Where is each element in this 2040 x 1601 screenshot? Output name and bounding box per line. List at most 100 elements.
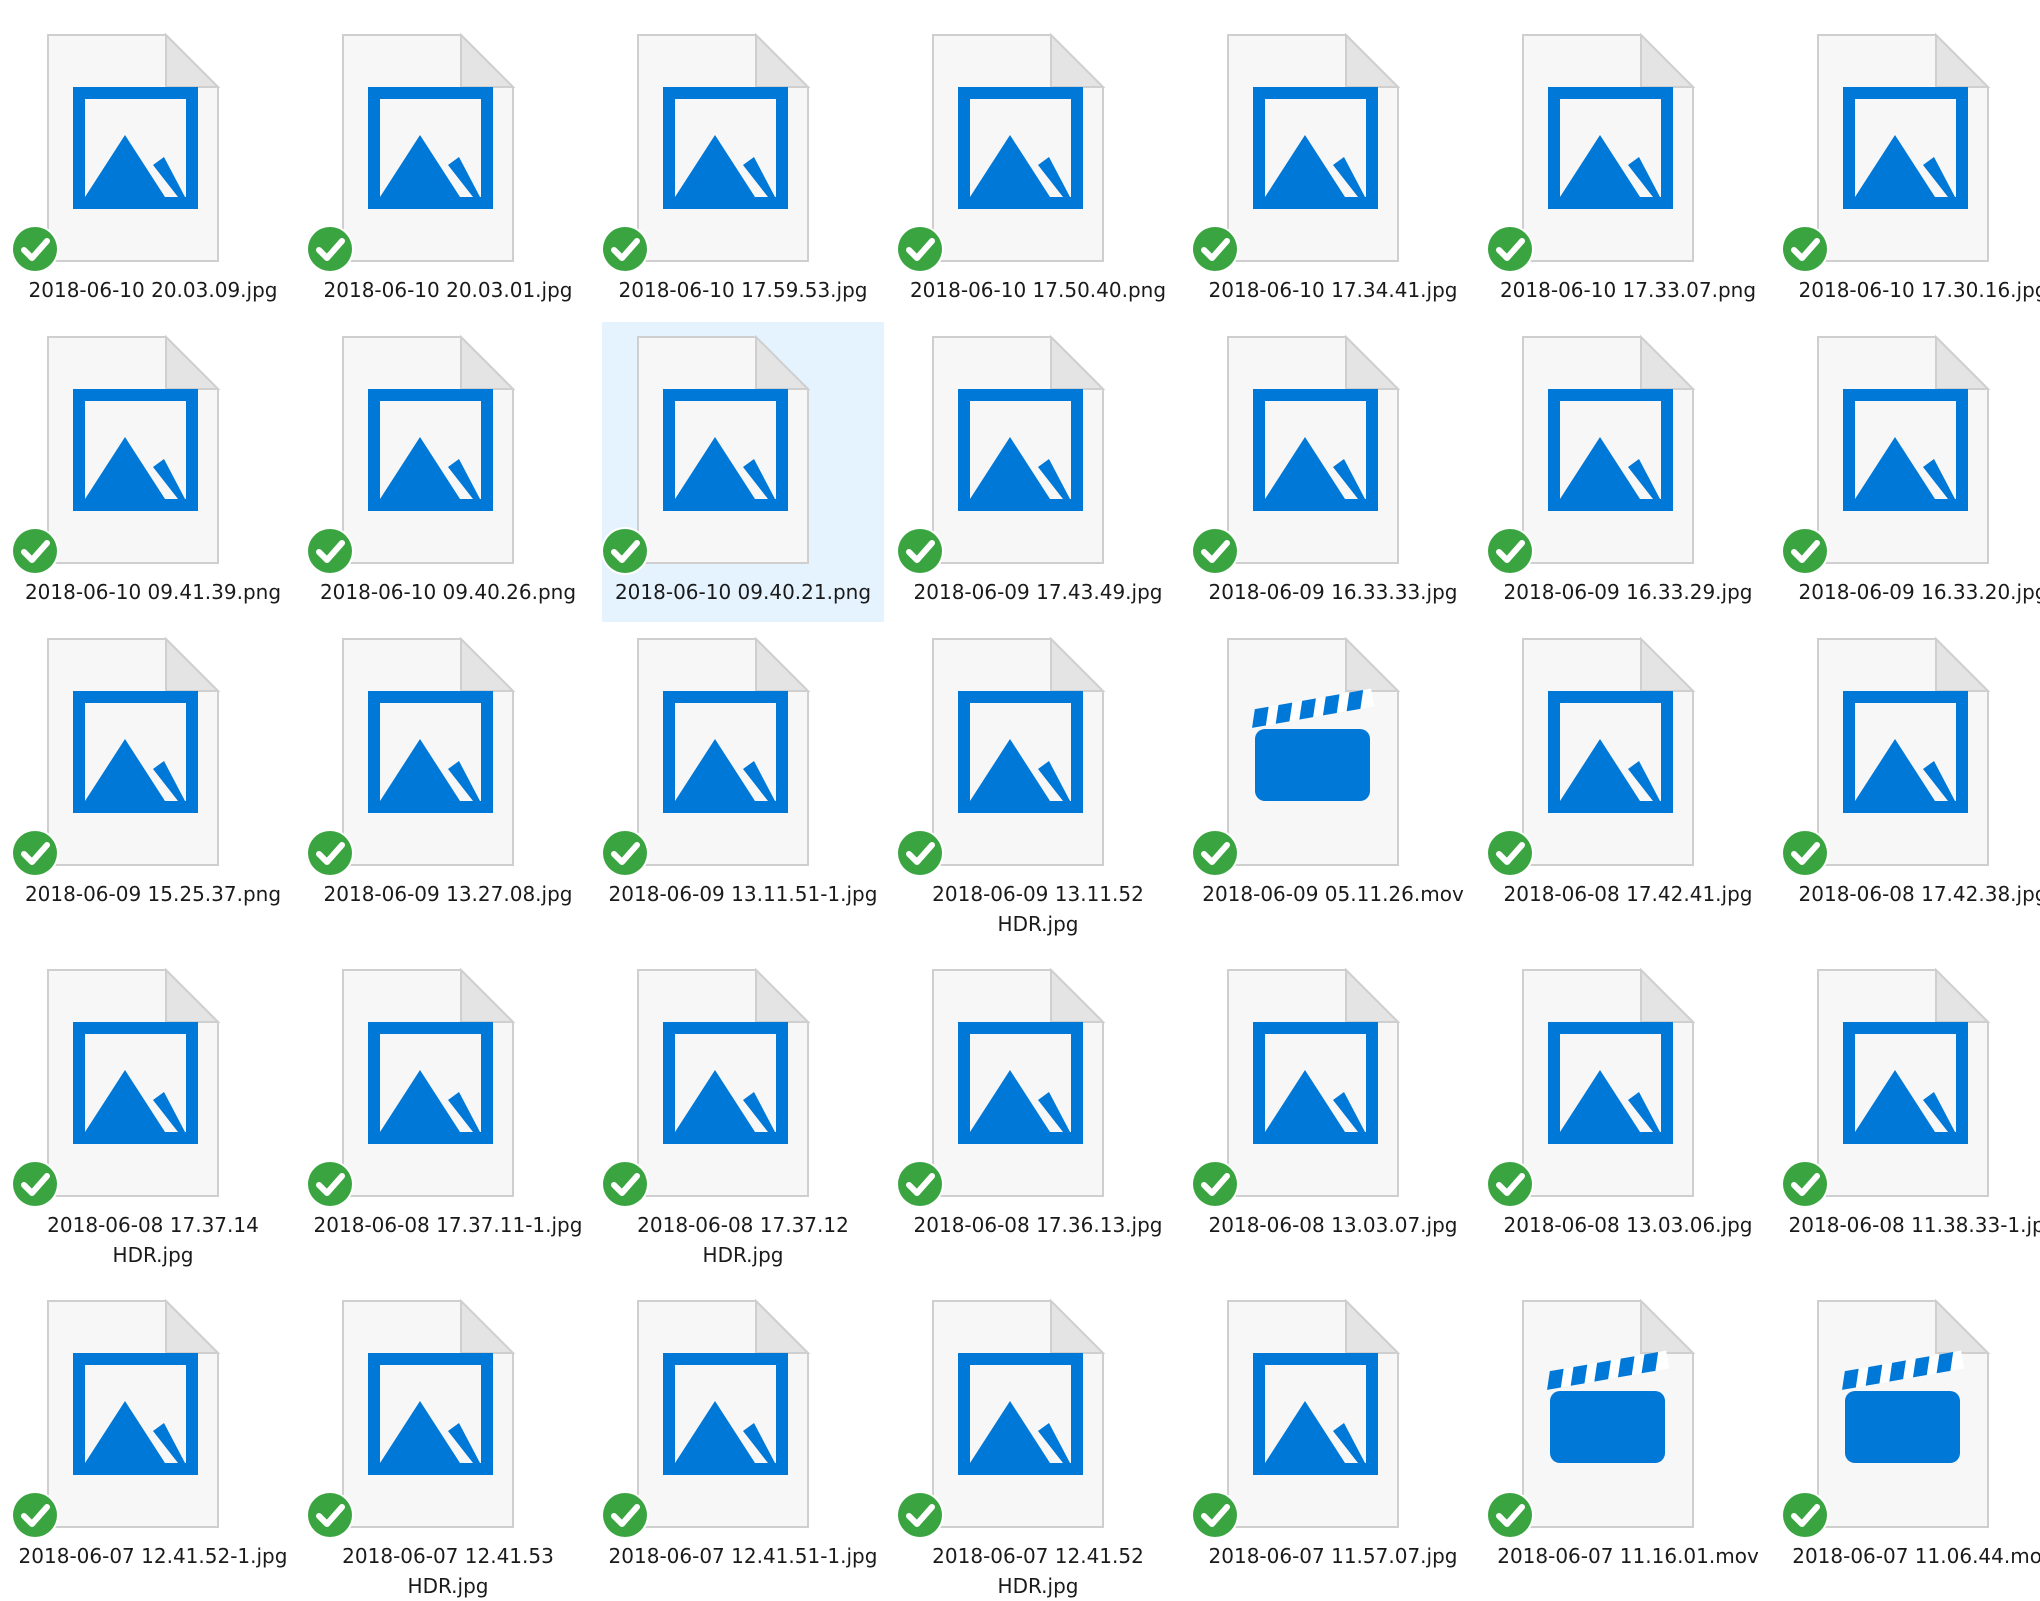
- image-file-item[interactable]: 2018-06-07 12.41.52-1.jpg: [11, 1286, 294, 1586]
- page-fold: [755, 1298, 811, 1354]
- image-file-item[interactable]: 2018-06-10 09.40.26.png: [306, 322, 589, 622]
- page-fold: [1640, 1298, 1696, 1354]
- page-fold: [1050, 1298, 1106, 1354]
- image-file-item[interactable]: 2018-06-10 17.34.41.jpg: [1191, 20, 1474, 320]
- file-thumbnail: [1191, 967, 1401, 1208]
- sync-check-icon: [601, 1160, 649, 1208]
- sync-check-icon: [1191, 829, 1239, 877]
- image-file-item[interactable]: 2018-06-07 12.41.51-1.jpg: [601, 1286, 884, 1586]
- page-fold: [460, 1298, 516, 1354]
- page-fold: [1640, 636, 1696, 692]
- sync-check-icon: [1486, 527, 1534, 575]
- sync-badge-fill: [1488, 1162, 1532, 1206]
- sync-badge-fill: [1193, 529, 1237, 573]
- sync-badge-fill: [13, 529, 57, 573]
- video-file-item[interactable]: 2018-06-07 11.16.01.mov: [1486, 1286, 1769, 1586]
- image-file-item[interactable]: 2018-06-09 16.33.20.jpg: [1781, 322, 2040, 622]
- sync-badge-fill: [898, 831, 942, 875]
- file-thumbnail: [1781, 334, 1991, 575]
- file-thumbnail: [11, 1298, 221, 1539]
- sync-badge-fill: [308, 1162, 352, 1206]
- sync-check-icon: [1781, 527, 1829, 575]
- sync-badge-fill: [603, 529, 647, 573]
- page-fold: [1935, 32, 1991, 88]
- sync-check-icon: [1781, 829, 1829, 877]
- file-thumbnail: [1781, 1298, 1991, 1539]
- sync-badge-fill: [13, 1493, 57, 1537]
- sync-check-icon: [1191, 527, 1239, 575]
- sync-check-icon: [1486, 829, 1534, 877]
- image-file-item[interactable]: 2018-06-09 15.25.37.png: [11, 624, 294, 954]
- image-file-item[interactable]: 2018-06-08 17.42.38.jpg: [1781, 624, 2040, 954]
- file-thumbnail: [1486, 32, 1696, 273]
- file-thumbnail: [1486, 636, 1696, 877]
- page-fold: [165, 967, 221, 1023]
- sync-badge-fill: [603, 227, 647, 271]
- file-thumbnail: [1191, 334, 1401, 575]
- image-file-item[interactable]: 2018-06-10 09.41.39.png: [11, 322, 294, 622]
- page-fold: [1935, 967, 1991, 1023]
- file-thumbnail: [11, 32, 221, 273]
- file-thumbnail: [306, 334, 516, 575]
- image-file-item[interactable]: 2018-06-09 13.27.08.jpg: [306, 624, 589, 954]
- image-file-item[interactable]: 2018-06-08 13.03.06.jpg: [1486, 955, 1769, 1285]
- image-file-item[interactable]: 2018-06-10 20.03.01.jpg: [306, 20, 589, 320]
- file-thumbnail: [1486, 334, 1696, 575]
- sync-check-icon: [896, 829, 944, 877]
- image-file-item[interactable]: 2018-06-08 17.42.41.jpg: [1486, 624, 1769, 954]
- sync-check-icon: [306, 527, 354, 575]
- file-thumbnail: [11, 636, 221, 877]
- image-file-item[interactable]: 2018-06-07 12.41.53 HDR.jpg: [306, 1286, 589, 1598]
- sync-badge-fill: [898, 227, 942, 271]
- sync-check-icon: [11, 1160, 59, 1208]
- image-file-item[interactable]: 2018-06-09 13.11.52 HDR.jpg: [896, 624, 1179, 954]
- image-file-item[interactable]: 2018-06-07 11.57.07.jpg: [1191, 1286, 1474, 1586]
- sync-badge-fill: [1488, 227, 1532, 271]
- sync-check-icon: [1486, 225, 1534, 273]
- image-file-item[interactable]: 2018-06-08 17.37.11-1.jpg: [306, 955, 589, 1285]
- image-file-item[interactable]: 2018-06-08 13.03.07.jpg: [1191, 955, 1474, 1285]
- file-thumbnail: [306, 967, 516, 1208]
- file-thumbnail: [1191, 636, 1401, 877]
- image-file-item[interactable]: 2018-06-09 16.33.29.jpg: [1486, 322, 1769, 622]
- sync-badge-fill: [603, 1162, 647, 1206]
- image-file-item[interactable]: 2018-06-10 17.30.16.jpg: [1781, 20, 2040, 320]
- file-thumbnail: [896, 334, 1106, 575]
- image-file-item[interactable]: 2018-06-10 20.03.09.jpg: [11, 20, 294, 320]
- page-fold: [1640, 32, 1696, 88]
- page-fold: [460, 32, 516, 88]
- sync-badge-fill: [1193, 1162, 1237, 1206]
- image-file-item[interactable]: 2018-06-08 17.37.12 HDR.jpg: [601, 955, 884, 1285]
- file-thumbnail: [601, 334, 811, 575]
- page-fold: [460, 334, 516, 390]
- image-file-item[interactable]: 2018-06-08 11.38.33-1.jpg: [1781, 955, 2040, 1285]
- image-file-item[interactable]: 2018-06-08 17.37.14 HDR.jpg: [11, 955, 294, 1285]
- image-file-item[interactable]: 2018-06-10 17.50.40.png: [896, 20, 1179, 320]
- image-file-item[interactable]: 2018-06-10 09.40.21.png: [601, 322, 884, 622]
- sync-badge-fill: [13, 227, 57, 271]
- image-file-item[interactable]: 2018-06-09 17.43.49.jpg: [896, 322, 1179, 622]
- image-file-item[interactable]: 2018-06-09 16.33.33.jpg: [1191, 322, 1474, 622]
- file-thumbnail: [896, 636, 1106, 877]
- file-icon-grid: 2018-06-10 20.03.09.jpg 2018-06-10 20.03…: [0, 0, 2040, 1598]
- file-thumbnail: [896, 1298, 1106, 1539]
- image-file-item[interactable]: 2018-06-07 12.41.52 HDR.jpg: [896, 1286, 1179, 1598]
- page-fold: [755, 967, 811, 1023]
- video-file-item[interactable]: 2018-06-09 05.11.26.mov: [1191, 624, 1474, 954]
- file-thumbnail: [1191, 1298, 1401, 1539]
- image-file-item[interactable]: 2018-06-08 17.36.13.jpg: [896, 955, 1179, 1285]
- sync-badge-fill: [1783, 1162, 1827, 1206]
- sync-check-icon: [1486, 1491, 1534, 1539]
- page-fold: [1935, 1298, 1991, 1354]
- video-file-item[interactable]: 2018-06-07 11.06.44.mov: [1781, 1286, 2040, 1586]
- page-fold: [1050, 636, 1106, 692]
- sync-badge-fill: [1783, 529, 1827, 573]
- sync-check-icon: [306, 829, 354, 877]
- page-fold: [1345, 32, 1401, 88]
- image-file-item[interactable]: 2018-06-09 13.11.51-1.jpg: [601, 624, 884, 954]
- image-file-item[interactable]: 2018-06-10 17.33.07.png: [1486, 20, 1769, 320]
- file-thumbnail: [1486, 1298, 1696, 1539]
- sync-badge-fill: [1488, 529, 1532, 573]
- file-thumbnail: [1486, 967, 1696, 1208]
- image-file-item[interactable]: 2018-06-10 17.59.53.jpg: [601, 20, 884, 320]
